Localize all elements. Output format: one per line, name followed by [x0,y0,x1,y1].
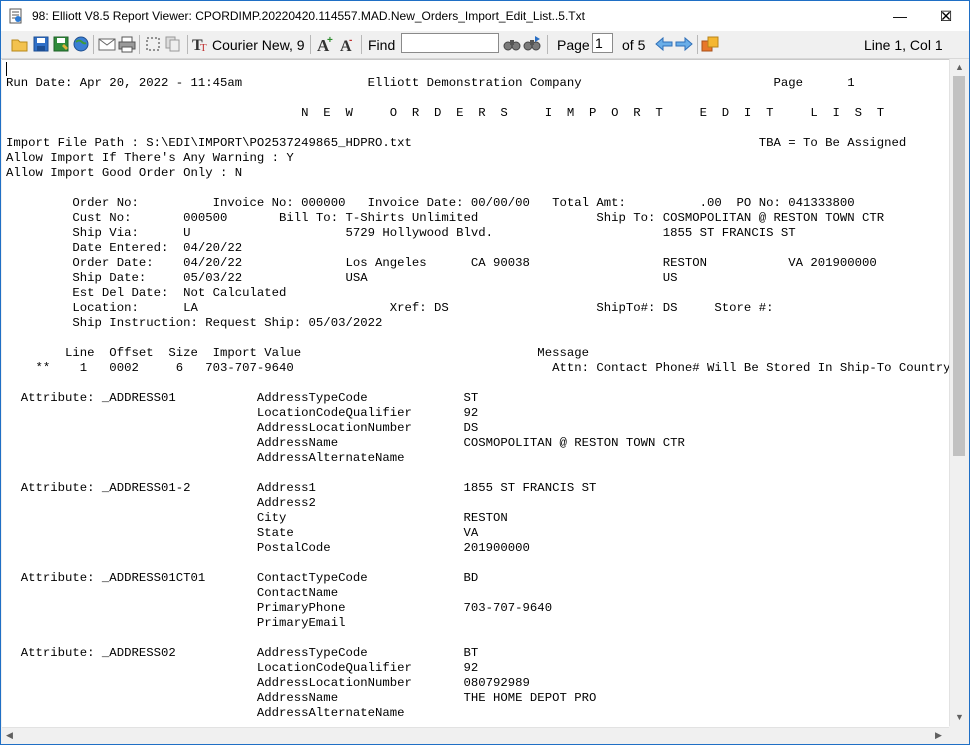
report-line: AddressAlternateName [6,451,405,465]
report-line: PrimaryEmail [6,616,346,630]
report-line: Cust No: 000500 Bill To: T-Shirts Unlimi… [6,211,885,225]
report-line: Date Entered: 04/20/22 [6,241,243,255]
toolbar-separator [139,35,140,54]
report-line: AddressName THE HOME DEPOT PRO [6,691,597,705]
document-icon [9,8,22,24]
report-line: AddressLocationNumber 080792989 [6,676,530,690]
increase-font-icon[interactable]: A + [316,35,334,53]
report-line: City RESTON [6,511,508,525]
svg-text:T: T [200,42,207,53]
toolbar-separator [310,35,311,54]
report-line: Ship Via: U 5729 Hollywood Blvd. 1855 ST… [6,226,796,240]
report-line: AddressAlternateName [6,706,405,720]
report-line: Ship Date: 05/03/22 USA US [6,271,678,285]
page-label: Page [557,37,590,53]
copy-icon[interactable] [164,35,182,53]
horizontal-scrollbar[interactable]: ◀ ▶ [2,727,949,744]
page-count-label: of 5 [622,37,646,53]
report-line: LocationCodeQualifier 92 [6,406,479,420]
toolbar-separator [697,35,698,54]
report-line [6,466,949,481]
report-line [6,91,949,106]
cursor-position: Line 1, Col 1 [864,37,943,53]
export-icon[interactable] [701,35,719,53]
save-as-icon[interactable] [52,35,70,53]
report-line: Ship Instruction: Request Ship: 05/03/20… [6,316,383,330]
report-line: AddressName COSMOPOLITAN @ RESTON TOWN C… [6,436,685,450]
report-line: ** 1 0002 6 703-707-9640 Attn: Contact P… [6,361,949,375]
report-line: Allow Import If There's Any Warning : Y [6,151,294,165]
find-next-binoculars-icon[interactable] [523,35,541,53]
window-title: 98: Elliott V8.5 Report Viewer: CPORDIMP… [32,9,585,23]
report-line: Run Date: Apr 20, 2022 - 11:45am Elliott… [6,76,855,90]
report-line [6,121,949,136]
report-text-area[interactable]: Run Date: Apr 20, 2022 - 11:45am Elliott… [2,59,949,727]
report-line [6,556,949,571]
email-icon[interactable] [98,35,116,53]
report-line: Attribute: _ADDRESS02 AddressTypeCode BT [6,646,479,660]
title-bar: 98: Elliott V8.5 Report Viewer: CPORDIMP… [1,1,969,31]
report-line: Attribute: _ADDRESS01-2 Address1 1855 ST… [6,481,597,495]
vertical-scrollbar[interactable]: ▲ ▼ [949,59,969,726]
page-number-input[interactable] [592,33,613,53]
toolbar: T T Courier New, 9 A + A - Find Page 1 o… [1,31,969,59]
report-line [6,631,949,646]
report-line: State VA [6,526,479,540]
report-line: Line Offset Size Import Value Message [6,346,589,360]
find-input[interactable] [401,33,499,53]
open-folder-icon[interactable] [11,35,29,53]
decrease-font-icon[interactable]: A - [338,35,356,53]
toolbar-separator [93,35,94,54]
toolbar-separator [361,35,362,54]
find-label: Find [368,37,396,53]
report-line [6,376,949,391]
report-viewer-window: 98: Elliott V8.5 Report Viewer: CPORDIMP… [0,0,970,745]
report-line: Attribute: _ADDRESS01CT01 ContactTypeCod… [6,571,479,585]
previous-page-icon[interactable] [655,35,673,53]
report-line: Address2 [6,496,316,510]
globe-icon[interactable] [72,35,90,53]
vertical-scroll-thumb[interactable] [953,76,965,456]
minimize-button[interactable]: — [877,1,923,31]
font-name-label[interactable]: Courier New, 9 [212,37,305,53]
save-icon[interactable] [32,35,50,53]
print-icon[interactable] [118,35,136,53]
report-line: LocationCodeQualifier 92 [6,661,479,675]
report-line: Attribute: _ADDRESS01 AddressTypeCode ST [6,391,479,405]
close-button[interactable]: ✕ [923,1,969,31]
report-line: Allow Import Good Order Only : N [6,166,243,180]
font-icon[interactable]: T T [192,35,210,53]
report-line: Order Date: 04/20/22 Los Angeles CA 9003… [6,256,877,270]
report-line: PostalCode 201900000 [6,541,530,555]
svg-text:+: + [327,35,333,46]
text-caret [6,62,7,76]
report-line: AddressLocationNumber DS [6,421,479,435]
scroll-up-arrow-icon[interactable]: ▲ [955,62,964,72]
report-line: Location: LA Xref: DS ShipTo#: DS Store … [6,301,774,315]
report-line: Order No: Invoice No: 000000 Invoice Dat… [6,196,855,210]
scroll-left-arrow-icon[interactable]: ◀ [6,730,13,741]
report-content: Run Date: Apr 20, 2022 - 11:45am Elliott… [6,76,949,721]
scroll-down-arrow-icon[interactable]: ▼ [955,712,964,722]
report-line: PrimaryPhone 703-707-9640 [6,601,553,615]
toolbar-separator [187,35,188,54]
report-line: Import File Path : S:\EDI\IMPORT\PO25372… [6,136,907,150]
report-line: ContactName [6,586,339,600]
scroll-right-arrow-icon[interactable]: ▶ [935,730,942,741]
next-page-icon[interactable] [675,35,693,53]
svg-text:-: - [349,35,352,46]
select-all-icon[interactable] [144,35,162,53]
toolbar-separator [547,35,548,54]
report-line [6,331,949,346]
find-binoculars-icon[interactable] [503,35,521,53]
report-line: Est Del Date: Not Calculated [6,286,287,300]
report-line: N E W O R D E R S I M P O R T E D I T L … [6,106,885,120]
report-line [6,181,949,196]
scrollbar-corner [949,727,969,744]
